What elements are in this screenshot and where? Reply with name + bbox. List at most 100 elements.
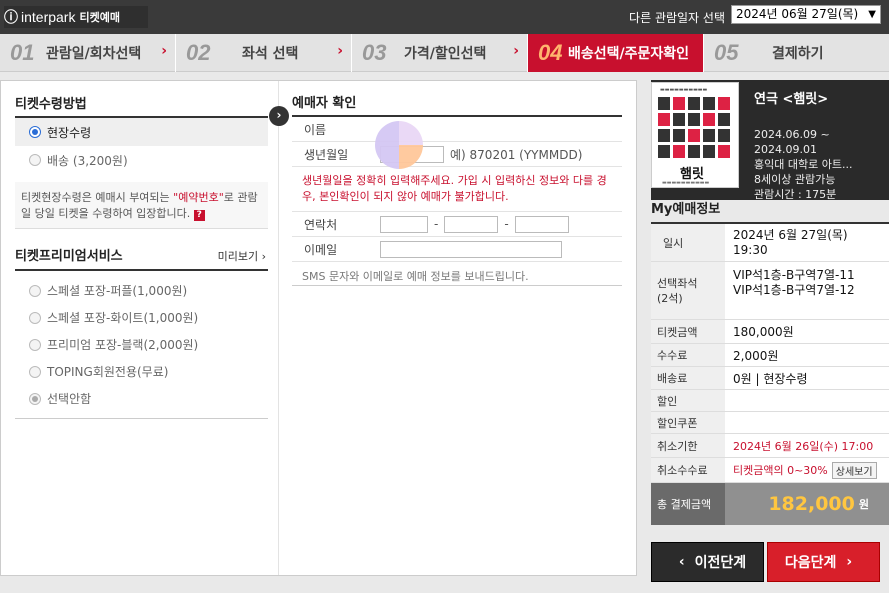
step-1[interactable]: 01 관람일/회차선택 › (0, 34, 176, 72)
interpark-logo-icon: ⓘ (4, 10, 18, 26)
radio-icon[interactable] (29, 365, 41, 378)
radio-icon[interactable] (29, 338, 41, 351)
seat-value: VIP석1층-B구역7열-11 (733, 268, 855, 282)
birth-hint: 예) 870201 (YYMMDD) (450, 147, 583, 162)
booker-column: 예매자 확인 이름 생년월일 예) 870201 (YYMMDD) 생년월일을 … (292, 91, 622, 286)
info-row-coupon: 할인쿠폰 (651, 412, 889, 434)
step-label: 결제하기 (772, 46, 824, 62)
option-label: 프리미엄 포장-블랙(2,000원) (47, 338, 199, 352)
step-4[interactable]: 04 배송선택/주문자확인 (528, 34, 704, 72)
premium-option-black[interactable]: 프리미엄 포장-블랙(2,000원) (15, 331, 268, 358)
total-amount: 182,000 (768, 493, 855, 515)
next-step-button[interactable]: 다음단계 › (767, 542, 880, 582)
radio-icon[interactable] (29, 284, 41, 297)
next-step-label: 다음단계 (784, 555, 837, 571)
date-select-value: 2024년 06월 27일(목) (736, 7, 859, 21)
date-select[interactable]: 2024년 06월 27일(목) ▼ (731, 5, 881, 24)
show-info: 2024.06.09 ~ 2024.09.01 홍익대 대학로 아트... 8세… (754, 127, 882, 202)
help-icon[interactable]: ? (193, 210, 205, 221)
receive-option-onsite[interactable]: 현장수령 (15, 118, 268, 146)
birth-label: 생년월일 (304, 147, 349, 162)
poster-header-graphic: ▬▬▬▬▬▬▬▬▬▬ (660, 87, 708, 93)
info-value: 2024년 6월 27일(목) 19:30 (725, 224, 889, 261)
phone-input-3[interactable] (514, 215, 569, 233)
email-input[interactable] (380, 240, 562, 258)
premium-service-title: 티켓프리미엄서비스 미리보기 › (15, 243, 268, 271)
receive-option-delivery[interactable]: 배송 (3,200원) (15, 146, 268, 174)
seat-key: 선택좌석 (657, 276, 698, 290)
step-number: 01 (10, 40, 35, 65)
step-label: 좌석 선택 (242, 46, 299, 62)
step-number: 04 (538, 40, 563, 65)
info-row-shipping: 배송료 0원 | 현장수령 (651, 367, 889, 390)
radio-icon[interactable] (29, 154, 41, 166)
detail-button[interactable]: 상세보기 (831, 461, 877, 479)
birth-warning: 생년월일을 정확히 입력해주세요. 가입 시 입력하신 정보와 다를 경우, 본… (292, 167, 622, 212)
arrow-right-icon: › (269, 106, 289, 126)
info-value: 티켓금액의 0~30% 상세보기 (725, 458, 889, 482)
step-label: 가격/할인선택 (404, 46, 487, 62)
cancel-deadline-value: 2024년 6월 26일(수) 17:00 (733, 439, 874, 453)
shipping-value: 0원 | 현장수령 (733, 371, 808, 386)
premium-option-toping[interactable]: TOPING회원전용(무료) (15, 358, 268, 385)
step-label: 관람일/회차선택 (46, 46, 142, 62)
email-label: 이메일 (304, 242, 338, 257)
dash: - (434, 217, 439, 231)
dash: - (504, 217, 509, 231)
info-key: 일시 (651, 224, 725, 261)
step-number: 02 (186, 40, 211, 65)
chevron-right-icon: › (337, 43, 343, 59)
radio-icon[interactable] (29, 392, 41, 405)
preview-link[interactable]: 미리보기 › (218, 243, 266, 271)
phone-input-1[interactable] (380, 215, 428, 233)
brand-name: interpark (21, 9, 76, 25)
column-divider (278, 81, 279, 575)
info-row-seat: 선택좌석 (2석) VIP석1층-B구역7열-11 VIP석1층-B구역7열-1… (651, 262, 889, 320)
premium-option-white[interactable]: 스페셜 포장-화이트(1,000원) (15, 304, 268, 331)
premium-option-purple[interactable]: 스페셜 포장-퍼플(1,000원) (15, 277, 268, 304)
step-2[interactable]: 02 좌석 선택 › (176, 34, 352, 72)
info-key: 티켓금액 (651, 320, 725, 343)
sms-note: SMS 문자와 이메일로 예매 정보를 보내드립니다. (292, 262, 622, 286)
info-key: 배송료 (651, 367, 725, 389)
premium-option-none[interactable]: 선택안함 (15, 385, 268, 412)
chevron-down-icon: ▼ (868, 9, 876, 20)
premium-title-text: 티켓프리미엄서비스 (15, 249, 123, 264)
info-row-cancel-fee: 취소수수료 티켓금액의 0~30% 상세보기 (651, 458, 889, 483)
step-5[interactable]: 05 결제하기 (704, 34, 880, 72)
show-period-end: 2024.09.01 (754, 143, 817, 156)
total-unit: 원 (858, 498, 869, 511)
step-number: 03 (362, 40, 387, 65)
time-value: 19:30 (733, 242, 768, 257)
chevron-left-icon: ‹ (678, 554, 685, 570)
option-label: 스페셜 포장-퍼플(1,000원) (47, 284, 188, 298)
option-label: 배송 (3,200원) (47, 153, 128, 168)
info-key: 취소기한 (651, 434, 725, 457)
cancel-fee-value: 티켓금액의 0~30% (733, 464, 828, 477)
phone-label: 연락처 (304, 217, 338, 232)
reservation-number-text: "예약번호" (173, 191, 224, 204)
info-key: 선택좌석 (2석) (651, 262, 725, 319)
phone-input-2[interactable] (444, 215, 499, 233)
total-row: 총 결제금액 182,000 원 (651, 483, 889, 525)
ticket-price-value: 180,000원 (733, 325, 794, 339)
step-3[interactable]: 03 가격/할인선택 › (352, 34, 528, 72)
info-value: VIP석1층-B구역7열-11 VIP석1층-B구역7열-12 (725, 262, 889, 319)
prev-step-button[interactable]: ‹ 이전단계 (651, 542, 764, 582)
info-row-discount: 할인 (651, 390, 889, 412)
radio-icon[interactable] (29, 126, 41, 138)
chevron-right-icon: › (513, 43, 519, 59)
date-value: 2024년 6월 27일(목) (733, 227, 848, 242)
step-number: 05 (714, 40, 739, 65)
receive-method-title: 티켓수령방법 (15, 91, 268, 118)
show-poster: ▬▬▬▬▬▬▬▬▬▬ 햄릿 ▬▬▬▬▬▬▬▬▬▬ (651, 82, 739, 188)
logo[interactable]: ⓘ interpark 티켓예매 (4, 6, 148, 28)
loading-spinner (375, 121, 423, 169)
radio-icon[interactable] (29, 311, 41, 324)
email-row: 이메일 (292, 237, 622, 262)
poster-footer-graphic: ▬▬▬▬▬▬▬▬▬▬ (662, 180, 710, 186)
show-venue: 홍익대 대학로 아트... (754, 158, 853, 171)
option-label: 스페셜 포장-화이트(1,000원) (47, 311, 199, 325)
seat-value: VIP석1층-B구역7열-12 (733, 283, 855, 297)
option-label: 선택안함 (47, 392, 92, 406)
